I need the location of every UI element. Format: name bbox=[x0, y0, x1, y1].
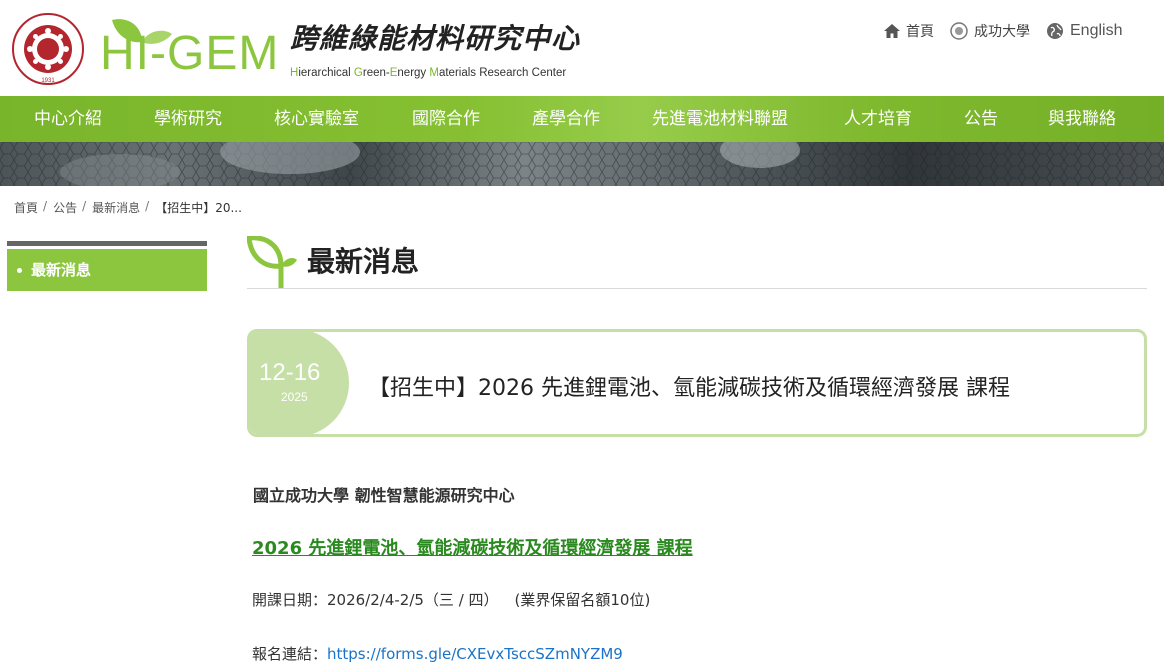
main-nav: 中心介紹 學術研究 核心實驗室 國際合作 產學合作 先進電池材料聯盟 人才培育 … bbox=[0, 96, 1164, 142]
center-name-en-part: M bbox=[429, 67, 439, 79]
sidebar: 最新消息 bbox=[7, 241, 207, 291]
site-header: 1931 HI-GEM 跨維綠能材料研究中心 Hierarchical Gree… bbox=[0, 0, 1164, 96]
registration-label: 報名連結： bbox=[252, 645, 328, 663]
course-date-label: 開課日期：2026/2/4-2/5（三 / 四） bbox=[252, 591, 499, 609]
home-icon bbox=[884, 24, 900, 38]
ncku-link-label: 成功大學 bbox=[974, 24, 1030, 40]
english-link-label: English bbox=[1070, 22, 1123, 39]
banner-image bbox=[0, 142, 1164, 186]
sidebar-item-latest-news[interactable]: 最新消息 bbox=[7, 249, 207, 291]
article-course-date: 開課日期：2026/2/4-2/5（三 / 四） (業界保留名額10位) bbox=[252, 589, 650, 610]
date-badge: 12-16 2025 bbox=[250, 332, 349, 434]
globe-icon bbox=[1046, 22, 1064, 40]
article-course-link[interactable]: 2026 先進鋰電池、氫能減碳技術及循環經濟發展 課程 bbox=[252, 534, 693, 560]
course-date-note: (業界保留名額10位) bbox=[514, 591, 651, 609]
sidebar-divider bbox=[7, 241, 207, 246]
nav-item-industry[interactable]: 產學合作 bbox=[532, 96, 600, 142]
english-link[interactable]: English bbox=[1046, 22, 1122, 40]
article-organization: 國立成功大學 韌性智慧能源研究中心 bbox=[253, 486, 515, 505]
home-link-label: 首頁 bbox=[906, 24, 934, 40]
page-title-block: 最新消息 bbox=[247, 236, 1147, 289]
registration-link[interactable]: https://forms.gle/CXEvxTsccSZmNYZM9 bbox=[327, 645, 623, 663]
center-name-en-part: nergy bbox=[397, 67, 430, 79]
breadcrumb-home[interactable]: 首頁 bbox=[14, 199, 38, 216]
article-header-card: 12-16 2025 【招生中】2026 先進鋰電池、氫能減碳技術及循環經濟發展… bbox=[247, 329, 1147, 437]
nav-item-international[interactable]: 國際合作 bbox=[412, 96, 480, 142]
nav-item-announcements[interactable]: 公告 bbox=[964, 96, 998, 142]
higem-wordmark[interactable]: HI-GEM bbox=[100, 30, 279, 78]
center-name-en-part: reen- bbox=[362, 67, 390, 79]
article-date-month-day: 12-16 bbox=[259, 359, 321, 386]
breadcrumb-news[interactable]: 最新消息 bbox=[92, 199, 140, 216]
ncku-seal-logo[interactable]: 1931 bbox=[11, 12, 85, 86]
center-name-en-part: G bbox=[353, 67, 363, 79]
article-title: 【招生中】2026 先進鋰電池、氫能減碳技術及循環經濟發展 課程 bbox=[368, 376, 1010, 401]
breadcrumb-announcements[interactable]: 公告 bbox=[53, 199, 77, 216]
home-link[interactable]: 首頁 bbox=[884, 21, 934, 41]
page-title: 最新消息 bbox=[307, 245, 420, 278]
ncku-badge-icon bbox=[950, 22, 968, 40]
breadcrumb-current: 【招生中】20... bbox=[155, 201, 242, 215]
nav-item-battery-alliance[interactable]: 先進電池材料聯盟 bbox=[652, 96, 788, 142]
center-name-en-part: aterials Research Center bbox=[438, 67, 567, 79]
leaf-icon bbox=[247, 236, 297, 288]
ncku-link[interactable]: 成功大學 bbox=[950, 21, 1030, 41]
nav-item-about[interactable]: 中心介紹 bbox=[34, 96, 102, 142]
nav-item-contact[interactable]: 與我聯絡 bbox=[1048, 96, 1116, 142]
nav-item-core-lab[interactable]: 核心實驗室 bbox=[274, 96, 359, 142]
center-name-en: Hierarchical Green-Energy Materials Rese… bbox=[290, 66, 566, 80]
article-date-year: 2025 bbox=[281, 390, 308, 404]
center-name-zh: 跨維綠能材料研究中心 bbox=[290, 22, 581, 55]
top-links: 首頁 成功大學 English bbox=[884, 20, 1138, 42]
nav-item-talent[interactable]: 人才培育 bbox=[844, 96, 912, 142]
article-registration: 報名連結：https://forms.gle/CXEvxTsccSZmNYZM9 bbox=[252, 643, 623, 664]
center-name-en-part: ierarchical bbox=[298, 67, 354, 79]
seal-year: 1931 bbox=[41, 78, 55, 84]
breadcrumb: 首頁 / 公告 / 最新消息 / 【招生中】20... bbox=[14, 199, 242, 216]
nav-item-research[interactable]: 學術研究 bbox=[154, 96, 222, 142]
